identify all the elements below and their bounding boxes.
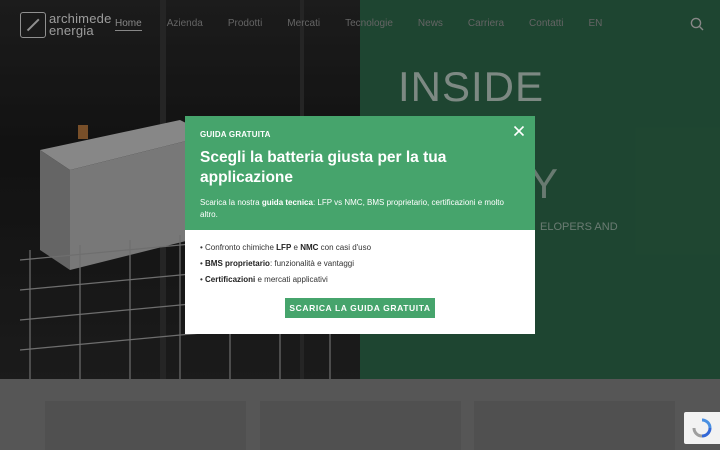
list-item: • Certificazioni e mercati applicativi [200, 275, 328, 284]
modal-body: • Confronto chimiche LFP e NMC con casi … [185, 230, 535, 288]
modal-tag: GUIDA GRATUITA [200, 130, 271, 139]
lead-magnet-modal: GUIDA GRATUITA Scegli la batteria giusta… [185, 116, 535, 334]
list-item: • Confronto chimiche LFP e NMC con casi … [200, 243, 372, 252]
modal-description: Scarica la nostra guida tecnica: LFP vs … [200, 198, 504, 219]
download-guide-button[interactable]: SCARICA LA GUIDA GRATUITA [285, 298, 435, 318]
close-icon[interactable] [513, 125, 525, 137]
recaptcha-icon [692, 418, 712, 438]
recaptcha-badge[interactable] [684, 412, 720, 444]
modal-header: GUIDA GRATUITA Scegli la batteria giusta… [185, 116, 535, 230]
list-item: • BMS proprietario: funzionalità e vanta… [200, 259, 354, 268]
modal-title: Scegli la batteria giusta per la tua app… [200, 149, 447, 186]
